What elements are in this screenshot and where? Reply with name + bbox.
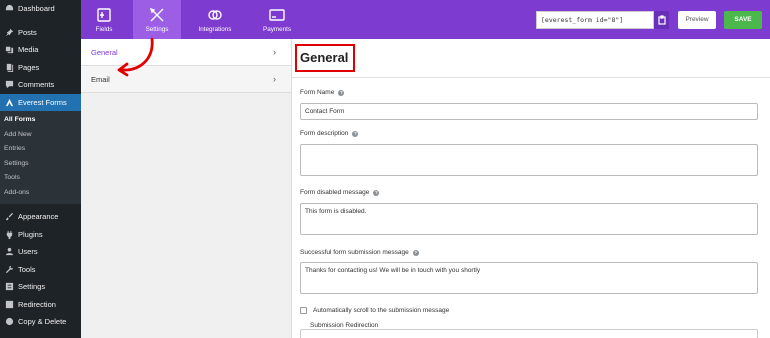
wp-menu-label: Dashboard [18,4,55,14]
annotation-arrow [117,37,154,77]
wp-menu-everest-forms[interactable]: Everest Forms [0,93,81,111]
wp-menu-media[interactable]: Media [0,41,81,59]
chevron-right-icon: › [273,74,276,84]
chevron-right-icon: › [273,47,276,57]
wp-menu-dashboard[interactable]: Dashboard [0,0,81,18]
fields-icon [97,7,111,22]
wrench-icon [4,264,14,274]
comment-icon [4,80,14,90]
submenu-all-forms[interactable]: All Forms [0,113,81,128]
wp-menu-comments[interactable]: Comments [0,76,81,94]
wp-menu-users[interactable]: Users [0,243,81,261]
settings-sections-menu: General › Email › [81,39,292,338]
shortcode-field[interactable]: [everest_form id="8"] [536,11,654,29]
payments-icon [269,8,285,21]
form-disabled-textarea[interactable]: This form is disabled. [300,203,758,235]
wp-menu-label: Redirection [18,299,56,309]
everest-forms-submenu: All Forms Add New Entries Settings Tools… [0,111,81,204]
wp-menu-label: Settings [18,282,46,292]
form-name-label: Form Name? [300,89,345,96]
submenu-entries[interactable]: Entries [0,142,81,157]
form-disabled-label: Form disabled message? [300,189,380,196]
submenu-tools[interactable]: Tools [0,171,81,186]
wp-menu-settings[interactable]: Settings [0,278,81,296]
submission-redirection-fieldset [300,329,758,338]
wp-menu-label: Everest Forms [18,97,67,107]
form-description-label: Form description? [300,130,359,137]
tab-integrations[interactable]: Integrations [189,0,241,39]
wp-menu-label: Users [18,247,38,257]
dashboard-icon [4,4,14,14]
wp-menu-label: Appearance [18,212,59,222]
tab-label: Fields [95,25,113,33]
submenu-add-new[interactable]: Add New [0,128,81,143]
wp-menu-redirection[interactable]: Redirection [0,296,81,314]
brush-icon [4,212,14,222]
settings-tools-icon [149,7,164,21]
form-description-textarea[interactable] [300,144,758,176]
label-text: Form Name [300,89,335,96]
label-text: Successful form submission message [300,249,409,256]
users-icon [4,247,14,257]
wp-menu-posts[interactable]: Posts [0,24,81,42]
settings-icon [4,282,14,292]
wp-menu-plugins[interactable]: Plugins [0,226,81,244]
preview-button[interactable]: Preview [678,11,716,29]
redirection-icon [4,299,14,309]
wp-menu-label: Pages [18,62,40,72]
builder-topbar: Fields Settings Integrations Payments [e… [81,0,770,39]
wp-menu-label: Media [18,45,39,55]
wp-menu-appearance[interactable]: Appearance [0,208,81,226]
everest-forms-icon [4,97,14,107]
autoscroll-checkbox[interactable] [300,307,307,314]
tab-label: Settings [145,25,169,33]
wp-menu-label: Tools [18,264,36,274]
help-icon[interactable]: ? [412,249,419,256]
submenu-add-ons[interactable]: Add-ons [0,186,81,201]
label-text: Form disabled message [300,189,370,196]
wp-admin-sidebar: Dashboard Posts Media Pages Comments Eve… [0,0,81,338]
help-icon[interactable]: ? [373,189,380,196]
success-message-label: Successful form submission message? [300,249,419,256]
wp-menu-label: Comments [18,80,55,90]
wp-menu-label: Plugins [18,229,43,239]
wp-menu-label: Posts [18,27,37,37]
success-message-textarea[interactable]: Thanks for contacting us! We will be in … [300,262,758,294]
tab-fields[interactable]: Fields [81,0,127,39]
pages-icon [4,62,14,72]
submenu-settings[interactable]: Settings [0,157,81,172]
copy-shortcode-button[interactable] [654,11,669,29]
media-icon [4,45,14,55]
clipboard-icon [657,15,666,25]
tab-settings[interactable]: Settings [133,0,181,39]
tab-label: Integrations [198,25,232,33]
wp-menu-label: Copy & Delete [18,317,67,327]
save-button[interactable]: SAVE [724,11,762,29]
divider [292,77,770,78]
wp-menu-tools[interactable]: Tools [0,261,81,279]
general-settings-panel: General Form Name? Contact Form Form des… [292,39,770,338]
integrations-icon [208,9,222,20]
page-title: General [300,50,349,65]
help-icon[interactable]: ? [338,89,345,96]
wp-menu-pages[interactable]: Pages [0,59,81,77]
form-name-input[interactable]: Contact Form [300,103,758,120]
submission-redirection-legend: Submission Redirection [306,322,383,329]
autoscroll-label: Automatically scroll to the submission m… [313,307,450,314]
plugin-icon [4,229,14,239]
help-icon[interactable]: ? [352,130,359,137]
label-text: Form description [300,130,349,137]
copy-icon [4,317,14,327]
tab-payments[interactable]: Payments [253,0,301,39]
wp-menu-copy-delete[interactable]: Copy & Delete [0,313,81,331]
tab-label: Payments [263,25,291,33]
pin-icon [4,27,14,37]
